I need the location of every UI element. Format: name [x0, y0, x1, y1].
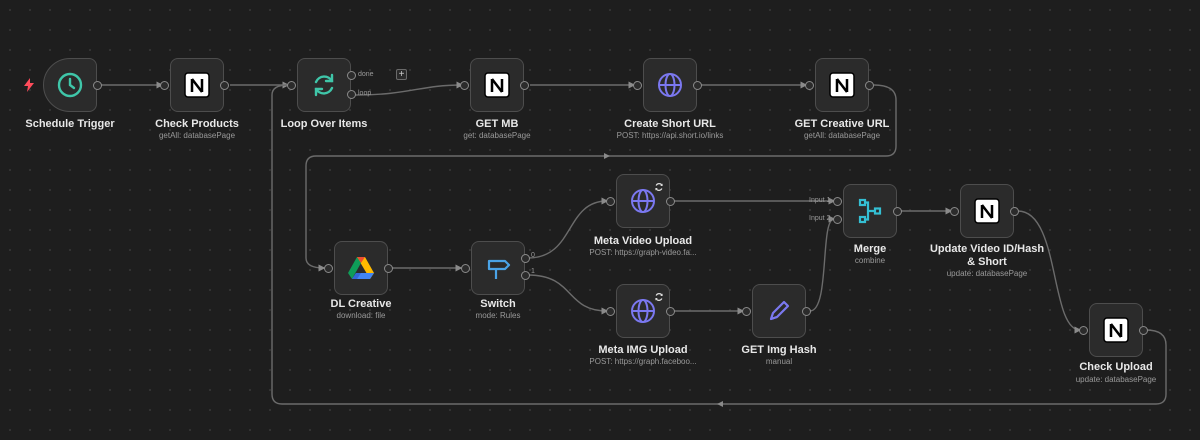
trigger-bolt-icon — [24, 78, 34, 92]
node-update-video-id-hash-short[interactable] — [960, 184, 1014, 238]
update-video-subtitle: update: databasePage — [946, 269, 1028, 278]
get-img-hash-input-port[interactable] — [742, 307, 751, 316]
switch-output-1-port[interactable] — [521, 271, 530, 280]
check-upload-input-port[interactable] — [1079, 326, 1088, 335]
node-check-products[interactable] — [170, 58, 224, 112]
notion-icon — [972, 196, 1002, 226]
get-creative-url-subtitle: getAll: databasePage — [803, 131, 881, 140]
workflow-canvas[interactable]: Schedule Trigger Check Products getAll: … — [0, 0, 1200, 440]
meta-video-upload-input-port[interactable] — [606, 197, 615, 206]
dl-creative-subtitle: download: file — [336, 311, 386, 320]
node-loop-over-items[interactable] — [297, 58, 351, 112]
get-mb-input-port[interactable] — [460, 81, 469, 90]
meta-video-upload-label: Meta Video Upload — [593, 235, 693, 247]
node-get-img-hash[interactable] — [752, 284, 806, 338]
check-upload-label: Check Upload — [1079, 361, 1153, 373]
dl-creative-output-port[interactable] — [384, 264, 393, 273]
merge-output-port[interactable] — [893, 207, 902, 216]
node-get-mb[interactable] — [470, 58, 524, 112]
check-products-output-port[interactable] — [220, 81, 229, 90]
clock-icon — [55, 70, 85, 100]
node-meta-video-upload[interactable] — [616, 174, 670, 228]
switch-label: Switch — [480, 298, 516, 310]
meta-img-upload-output-port[interactable] — [666, 307, 675, 316]
merge-label: Merge — [853, 243, 887, 255]
loop-loop-port-label: loop — [358, 90, 372, 97]
merge-input-1-label: Input 1 — [809, 197, 831, 204]
meta-video-upload-subtitle: POST: https://graph-video.fa... — [589, 248, 697, 257]
merge-subtitle: combine — [854, 256, 886, 265]
check-upload-output-port[interactable] — [1139, 326, 1148, 335]
loop-done-port-label: done — [358, 71, 374, 78]
loop-loop-output-port[interactable] — [347, 90, 356, 99]
update-video-label: Update Video ID/Hash & Short — [929, 243, 1045, 268]
refresh-icon — [309, 70, 339, 100]
retry-badge-icon — [654, 289, 664, 301]
get-img-hash-label: GET Img Hash — [741, 344, 817, 356]
get-img-hash-output-port[interactable] — [802, 307, 811, 316]
get-creative-url-label: GET Creative URL — [794, 118, 890, 130]
get-creative-url-output-port[interactable] — [865, 81, 874, 90]
loop-over-items-label: Loop Over Items — [280, 118, 368, 130]
notion-icon — [182, 70, 212, 100]
node-create-short-url[interactable] — [643, 58, 697, 112]
signpost-icon — [483, 253, 513, 283]
meta-img-upload-input-port[interactable] — [606, 307, 615, 316]
node-merge[interactable] — [843, 184, 897, 238]
merge-icon — [855, 196, 885, 226]
node-get-creative-url[interactable] — [815, 58, 869, 112]
loop-input-port[interactable] — [287, 81, 296, 90]
get-mb-output-port[interactable] — [520, 81, 529, 90]
notion-icon — [482, 70, 512, 100]
node-dl-creative[interactable] — [334, 241, 388, 295]
loop-done-output-port[interactable] — [347, 71, 356, 80]
dl-creative-input-port[interactable] — [324, 264, 333, 273]
create-short-url-subtitle: POST: https://api.short.io/links — [616, 131, 724, 140]
merge-input-1-port[interactable] — [833, 197, 842, 206]
notion-icon — [827, 70, 857, 100]
globe-icon — [655, 70, 685, 100]
meta-img-upload-label: Meta IMG Upload — [598, 344, 688, 356]
node-switch[interactable] — [471, 241, 525, 295]
switch-subtitle: mode: Rules — [475, 311, 521, 320]
switch-output-0-label: 0 — [531, 252, 535, 259]
node-schedule-trigger[interactable] — [43, 58, 97, 112]
node-check-upload[interactable] — [1089, 303, 1143, 357]
node-meta-img-upload[interactable] — [616, 284, 670, 338]
loop-done-add-node-button[interactable]: + — [396, 69, 407, 80]
meta-video-upload-output-port[interactable] — [666, 197, 675, 206]
update-video-input-port[interactable] — [950, 207, 959, 216]
create-short-url-label: Create Short URL — [624, 118, 716, 130]
check-upload-subtitle: update: databasePage — [1075, 375, 1157, 384]
get-mb-label: GET MB — [475, 118, 519, 130]
meta-img-upload-subtitle: POST: https://graph.faceboo... — [589, 357, 697, 366]
merge-input-2-port[interactable] — [833, 215, 842, 224]
get-creative-url-input-port[interactable] — [805, 81, 814, 90]
google-drive-icon — [346, 253, 376, 283]
switch-output-1-label: 1 — [531, 268, 535, 275]
update-video-output-port[interactable] — [1010, 207, 1019, 216]
notion-icon — [1101, 315, 1131, 345]
get-img-hash-subtitle: manual — [765, 357, 793, 366]
switch-output-0-port[interactable] — [521, 254, 530, 263]
retry-badge-icon — [654, 179, 664, 191]
check-products-input-port[interactable] — [160, 81, 169, 90]
schedule-trigger-output-port[interactable] — [93, 81, 102, 90]
dl-creative-label: DL Creative — [330, 298, 392, 310]
pencil-icon — [764, 296, 794, 326]
check-products-subtitle: getAll: databasePage — [158, 131, 236, 140]
switch-input-port[interactable] — [461, 264, 470, 273]
create-short-url-output-port[interactable] — [693, 81, 702, 90]
merge-input-2-label: Input 2 — [809, 215, 831, 222]
get-mb-subtitle: get: databasePage — [463, 131, 531, 140]
create-short-url-input-port[interactable] — [633, 81, 642, 90]
